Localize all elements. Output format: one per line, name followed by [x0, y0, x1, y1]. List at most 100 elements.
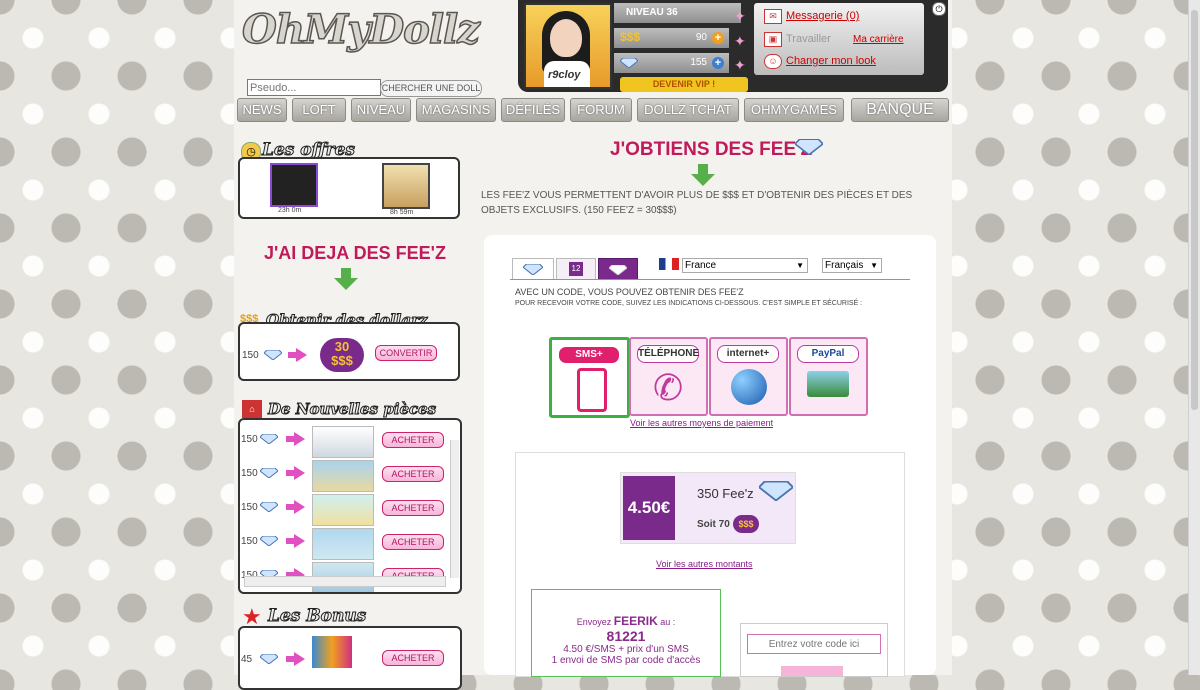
nav-ohmygames[interactable]: OHMYGAMES: [744, 98, 844, 122]
nav-news[interactable]: NEWS: [237, 98, 287, 122]
price-badge: 4.50€: [623, 476, 675, 540]
nav-forum[interactable]: FORUM: [570, 98, 632, 122]
offer-timer-2: 8h 59m: [390, 209, 414, 216]
piece-preview[interactable]: [312, 528, 374, 560]
travailler-link[interactable]: Travailler: [786, 33, 831, 45]
tab-calendar[interactable]: 12: [556, 258, 596, 279]
mail-icon: ✉: [764, 9, 782, 24]
sparkle-icon: ✦: [734, 33, 746, 49]
pay-paypal[interactable]: PayPal: [789, 337, 868, 416]
avatar-nickname: r9cloy: [548, 69, 581, 81]
chevron-down-icon: ▼: [870, 261, 878, 270]
diamond-icon: [260, 536, 278, 546]
diamond-icon: [264, 350, 282, 360]
money-box: $$$ 90 +: [614, 28, 729, 48]
pieces-h-scrollbar[interactable]: [244, 576, 446, 587]
arrow-icon: [294, 466, 305, 480]
piece-cost: 150: [241, 434, 258, 445]
down-arrow-icon: [334, 278, 358, 290]
messagerie-link[interactable]: Messagerie (0): [786, 10, 859, 22]
nav-loft[interactable]: LOFT: [292, 98, 346, 122]
soit-label: Soit 70: [697, 519, 730, 530]
level-box: NIVEAU 36: [614, 3, 741, 23]
piece-buy-button[interactable]: ACHETER: [382, 534, 444, 550]
piece-buy-button[interactable]: ACHETER: [382, 466, 444, 482]
tab-fees[interactable]: [512, 258, 554, 279]
bonus-buy-button[interactable]: ACHETER: [382, 650, 444, 666]
nav-niveau[interactable]: NIVEAU: [351, 98, 411, 122]
search-input[interactable]: [247, 79, 381, 96]
career-link[interactable]: Ma carrière: [853, 34, 904, 45]
globe-icon: [731, 369, 767, 405]
sms-instructions: Envoyez FEERIK au : 81221 4.50 €/SMS + p…: [531, 589, 721, 677]
user-icon: ☺: [764, 54, 782, 69]
nav-magasins[interactable]: MAGASINS: [416, 98, 496, 122]
diamond-icon: [795, 139, 823, 155]
offer-item-2[interactable]: [382, 163, 430, 209]
sms-price: 4.50 €/SMS + prix d'un SMS: [563, 644, 689, 655]
pay-telephone[interactable]: TÉLÉPHONE ✆: [629, 337, 708, 416]
piece-cost: 150: [241, 502, 258, 513]
sms-number: 81221: [606, 628, 646, 644]
piece-buy-button[interactable]: ACHETER: [382, 432, 444, 448]
piece-preview[interactable]: [312, 426, 374, 458]
offer-item-1[interactable]: [270, 163, 318, 207]
diamond-icon: [759, 481, 793, 501]
bonus-box: 45 ACHETER: [238, 626, 462, 690]
convert-button[interactable]: CONVERTIR: [375, 345, 437, 361]
price-offer[interactable]: 4.50€ 350 Fee'z Soit 70 $$$: [620, 472, 796, 544]
language-select[interactable]: Français ▼: [822, 258, 882, 273]
vip-button[interactable]: DEVENIR VIP !: [620, 77, 748, 92]
sms-keyword: FEERIK: [613, 614, 658, 628]
code-input[interactable]: [747, 634, 881, 654]
scrollbar-thumb[interactable]: [1191, 10, 1198, 410]
dollarz-box: 150 30 $$$ CONVERTIR: [238, 322, 460, 381]
phone-icon: [577, 368, 607, 412]
piece-cost: 150: [241, 536, 258, 547]
fees-description: LES FEE'Z VOUS PERMETTENT D'AVOIR PLUS D…: [481, 190, 913, 216]
country-select[interactable]: France ▼: [682, 258, 808, 273]
nav-defiles[interactable]: DÉFILÉS: [501, 98, 565, 122]
code-line: AVEC UN CODE, VOUS POUVEZ OBTENIR DES FE…: [515, 287, 744, 297]
dollarz-gain-badge: 30 $$$: [320, 338, 364, 372]
money-label: $$$: [620, 30, 641, 44]
window-scrollbar[interactable]: [1188, 0, 1200, 675]
main-nav: NEWS LOFT NIVEAU MAGASINS DÉFILÉS FORUM …: [237, 98, 949, 122]
dollar-coin-icon: $$$: [733, 515, 759, 533]
briefcase-icon: ▣: [764, 32, 782, 47]
change-look-link[interactable]: Changer mon look: [786, 55, 876, 67]
avatar[interactable]: r9cloy: [524, 3, 612, 89]
france-flag-icon: [659, 258, 679, 270]
piece-preview[interactable]: [312, 494, 374, 526]
sms-note: 1 envoi de SMS par code d'accès: [551, 655, 701, 666]
gift-boxes[interactable]: [312, 636, 352, 668]
logout-icon[interactable]: ⏻: [932, 2, 946, 16]
diamond-icon: [609, 265, 627, 275]
other-amounts-link[interactable]: Voir les autres montants: [656, 559, 753, 569]
site-logo[interactable]: OhMyDollz: [241, 5, 480, 54]
fees-box: 155 +: [614, 53, 729, 73]
piece-buy-button[interactable]: ACHETER: [382, 500, 444, 516]
add-fees-icon[interactable]: +: [712, 57, 724, 69]
nav-banque[interactable]: BANQUE: [851, 98, 949, 122]
pieces-scrollbar[interactable]: [450, 440, 459, 578]
nav-dollz-tchat[interactable]: DOLLZ TCHAT: [637, 98, 739, 122]
pay-sms[interactable]: SMS+: [549, 337, 630, 418]
offres-box: 23h 0m 8h 59m: [238, 157, 460, 219]
piece-row: 150 ACHETER: [240, 528, 450, 562]
code-sub: POUR RECEVOIR VOTRE CODE, SUIVEZ LES IND…: [515, 300, 863, 307]
diamond-icon: [260, 468, 278, 478]
search-button[interactable]: CHERCHER UNE DOLL: [380, 80, 482, 97]
other-means-link[interactable]: Voir les autres moyens de paiement: [630, 418, 773, 428]
arrow-icon: [294, 652, 305, 666]
arrow-icon: [294, 432, 305, 446]
piece-preview[interactable]: [312, 460, 374, 492]
arrow-icon: [294, 534, 305, 548]
add-money-icon[interactable]: +: [712, 32, 724, 44]
diamond-icon: [260, 434, 278, 444]
pay-internet[interactable]: internet+: [709, 337, 788, 416]
pieces-title: De Nouvelles pièces: [267, 400, 437, 419]
piece-row: 150 ACHETER: [240, 426, 450, 460]
tab-vip[interactable]: [598, 258, 638, 280]
down-arrow-icon: [341, 268, 351, 278]
